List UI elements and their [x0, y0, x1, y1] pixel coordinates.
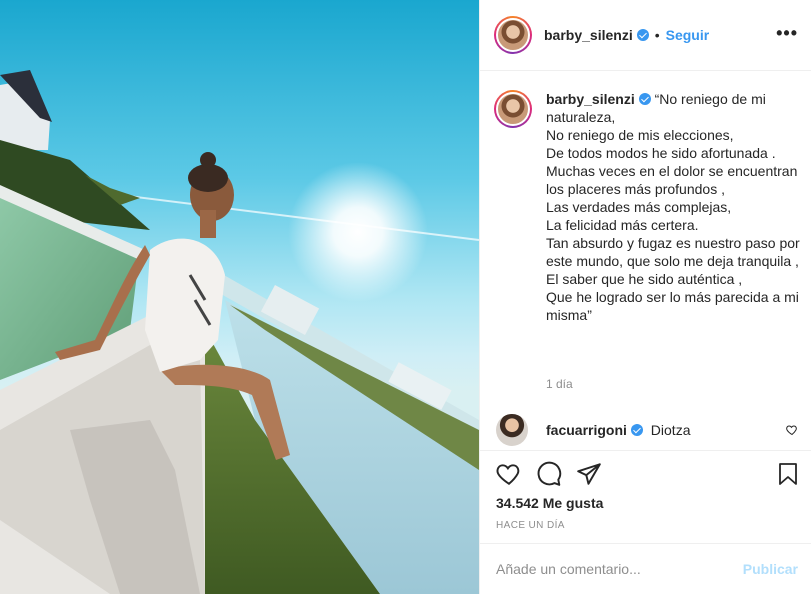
comment-input[interactable]: [496, 561, 743, 577]
caption-avatar[interactable]: [494, 90, 532, 128]
caption-text: “No reniego de mi naturaleza, No reniego…: [546, 91, 800, 323]
comment-avatar[interactable]: [496, 414, 528, 446]
likes-count[interactable]: 34.542 Me gusta: [496, 495, 603, 511]
post-sidebar: barby_silenzi • Seguir ••• barby_silenzi…: [479, 0, 811, 594]
comment-item: facuarrigoni Diotza: [496, 414, 802, 446]
caption: barby_silenzi “No reniego de mi naturale…: [494, 90, 804, 324]
verified-badge-icon: [636, 29, 649, 41]
post-photo[interactable]: [0, 0, 479, 594]
post-header: barby_silenzi • Seguir •••: [480, 0, 811, 71]
photo-scene: [0, 70, 479, 594]
verified-badge-icon: [630, 424, 643, 436]
author-avatar[interactable]: [494, 16, 532, 54]
share-icon[interactable]: [576, 461, 602, 487]
add-comment-bar: Publicar: [480, 543, 811, 594]
bookmark-icon[interactable]: [776, 461, 800, 487]
caption-time-ago[interactable]: 1 día: [546, 377, 573, 391]
caption-username[interactable]: barby_silenzi: [546, 91, 635, 107]
comment-icon[interactable]: [536, 461, 562, 487]
follow-button[interactable]: Seguir: [666, 27, 710, 43]
heart-icon[interactable]: [496, 461, 522, 487]
separator-dot: •: [654, 27, 660, 43]
comment-like-heart-icon[interactable]: [786, 424, 798, 436]
caption-body: barby_silenzi “No reniego de mi naturale…: [546, 90, 804, 324]
post-date[interactable]: HACE UN DÍA: [496, 520, 565, 531]
action-bar: [480, 450, 811, 498]
verified-badge-icon: [638, 93, 651, 105]
publish-button[interactable]: Publicar: [743, 561, 798, 577]
author-username[interactable]: barby_silenzi: [544, 27, 633, 43]
comment-username[interactable]: facuarrigoni: [546, 422, 627, 438]
comment-text: Diotza: [650, 422, 691, 438]
more-horizontal-icon[interactable]: •••: [776, 24, 798, 42]
comment-content: facuarrigoni Diotza: [546, 422, 690, 438]
